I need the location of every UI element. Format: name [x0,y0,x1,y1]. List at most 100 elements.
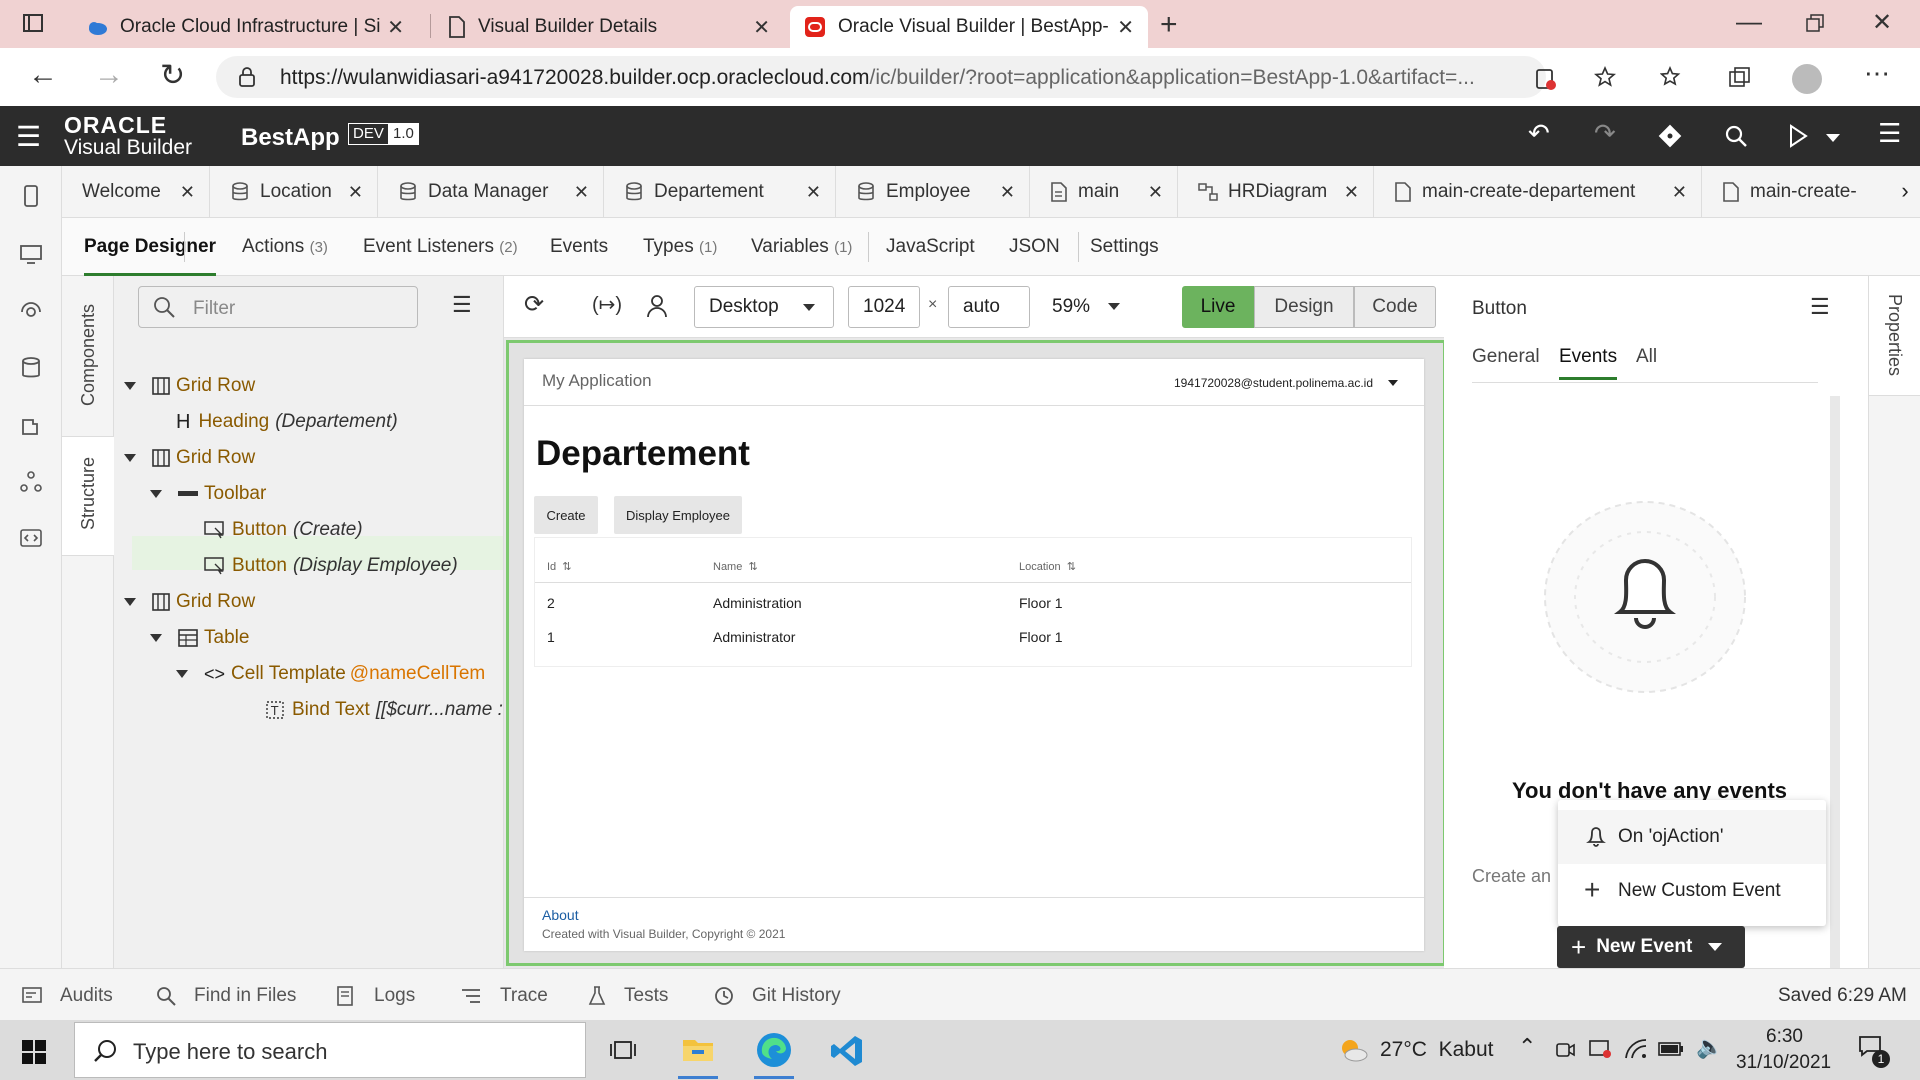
height-input[interactable]: auto [948,286,1030,328]
close-icon[interactable]: ✕ [1672,182,1687,203]
doc-tab-departement[interactable]: Departement ✕ [604,166,836,218]
close-icon[interactable]: ✕ [806,182,821,203]
column-header-name[interactable]: Name ⇅ [713,560,758,573]
new-tab-icon[interactable]: + [1160,8,1178,42]
about-link[interactable]: About [542,907,579,923]
collapse-caret-icon[interactable] [150,634,162,642]
trace-button[interactable]: Trace [460,985,548,1007]
close-icon[interactable]: ✕ [1000,182,1015,203]
device-select[interactable]: Desktop [694,286,834,328]
weather-text[interactable]: 27°C Kabut [1380,1038,1493,1062]
close-icon[interactable]: ✕ [1344,182,1359,203]
doc-tab-data-manager[interactable]: Data Manager ✕ [378,166,604,218]
properties-menu-icon[interactable]: ☰ [1810,294,1830,320]
tests-button[interactable]: Tests [588,985,668,1007]
browser-tab-vb-details[interactable]: Visual Builder Details ✕ [434,6,784,48]
menu-item-new-custom-event[interactable]: + New Custom Event [1558,864,1826,918]
add-favorite-icon[interactable] [1594,66,1618,90]
app-name[interactable]: BestApp [241,124,340,152]
browser-tab-vb-bestapp[interactable]: Oracle Visual Builder | BestApp-1 ✕ [790,6,1148,48]
collapse-caret-icon[interactable] [124,454,136,462]
run-dropdown-icon[interactable] [1826,134,1840,142]
back-icon[interactable]: ← [28,58,58,92]
taskbar-search[interactable]: Type here to search [74,1022,586,1078]
tab-json[interactable]: JSON [1009,236,1060,258]
tab-events[interactable]: Events [550,236,608,258]
tree-node-grid-row[interactable]: Grid Row [124,442,255,474]
tree-node-cell-template[interactable]: <> Cell Template @nameCellTem [176,658,485,690]
source-code-icon[interactable] [19,526,43,550]
user-chevron-icon[interactable] [1388,380,1398,386]
find-in-files-button[interactable]: Find in Files [156,985,296,1007]
undo-icon[interactable]: ↶ [1528,118,1550,149]
close-tab-icon[interactable]: ✕ [1117,15,1134,40]
collapse-caret-icon[interactable] [176,670,188,678]
tab-actions[interactable]: Actions (3) [242,236,328,258]
close-icon[interactable]: ✕ [180,182,195,203]
file-explorer-icon[interactable] [682,1034,714,1062]
close-icon[interactable]: ✕ [348,182,363,203]
more-icon[interactable]: ⋯ [1864,58,1890,89]
menu-icon[interactable]: ☰ [1878,118,1901,149]
user-menu[interactable]: 1941720028@student.polinema.ac.id [1174,376,1373,390]
logs-button[interactable]: Logs [336,985,415,1007]
screen-icon[interactable] [1588,1038,1612,1060]
mode-design[interactable]: Design [1254,286,1354,328]
tab-types[interactable]: Types (1) [643,236,717,258]
tree-node-grid-row[interactable]: Grid Row [124,370,255,402]
tab-properties[interactable]: Properties [1884,294,1905,376]
tab-all[interactable]: All [1636,346,1657,368]
tab-structure[interactable]: Structure [78,457,99,530]
url-field[interactable]: https://wulanwidiasari-a941720028.builde… [216,56,1617,98]
doc-tab-hrdiagram[interactable]: HRDiagram ✕ [1178,166,1374,218]
tree-node-table[interactable]: Table [150,622,249,654]
doc-tab-location[interactable]: Location ✕ [210,166,378,218]
refresh-icon[interactable]: ⟳ [524,290,544,319]
close-icon[interactable]: ✕ [1148,182,1163,203]
scrollbar[interactable] [1830,396,1840,968]
web-apps-icon[interactable] [19,242,43,266]
services-icon[interactable] [19,300,43,324]
processes-icon[interactable] [19,470,43,494]
tab-actions-icon[interactable] [22,12,44,34]
battery-icon[interactable] [1658,1042,1684,1056]
profile-avatar[interactable] [1792,64,1822,94]
close-tab-icon[interactable]: ✕ [387,15,404,40]
mobile-apps-icon[interactable] [19,184,43,208]
tab-general[interactable]: General [1472,346,1540,368]
variables-icon[interactable]: (↦) [592,292,622,317]
clipboard-icon[interactable] [1534,66,1556,90]
mode-live[interactable]: Live [1182,286,1254,328]
hamburger-menu-icon[interactable]: ☰ [16,120,41,153]
git-history-button[interactable]: Git History [714,985,841,1007]
structure-menu-icon[interactable]: ☰ [452,292,472,318]
chevron-right-icon[interactable]: › [1890,178,1920,204]
vscode-icon[interactable] [830,1034,864,1068]
doc-tab-employee[interactable]: Employee ✕ [836,166,1030,218]
tree-node-heading[interactable]: H Heading (Departement) [176,406,398,438]
audits-button[interactable]: Audits [22,985,113,1007]
doc-tab-main[interactable]: main ✕ [1030,166,1178,218]
run-icon[interactable] [1788,124,1808,148]
tree-node-bind-text[interactable]: T Bind Text [[$curr...name : [266,694,503,726]
collections-icon[interactable] [1728,66,1752,90]
volume-icon[interactable]: 🔈 [1696,1034,1723,1060]
column-header-location[interactable]: Location ⇅ [1019,560,1076,573]
close-tab-icon[interactable]: ✕ [753,15,770,40]
restore-icon[interactable] [1806,14,1824,32]
task-view-icon[interactable] [610,1038,636,1062]
tree-node-grid-row[interactable]: Grid Row [124,586,255,618]
doc-tab-main-create-departement[interactable]: main-create-departement ✕ [1374,166,1702,218]
reload-icon[interactable]: ↻ [160,58,185,93]
wifi-icon[interactable] [1624,1038,1648,1060]
business-objects-icon[interactable] [19,356,43,380]
new-event-button[interactable]: + New Event [1557,926,1745,968]
tab-events[interactable]: Events [1559,346,1618,380]
mode-code[interactable]: Code [1354,286,1436,328]
minimize-icon[interactable]: — [1736,6,1762,37]
tab-components[interactable]: Components [78,304,99,406]
lock-icon[interactable] [238,67,256,87]
search-icon[interactable] [1724,124,1748,148]
tab-page-designer[interactable]: Page Designer [84,236,216,276]
windows-start-icon[interactable] [22,1040,46,1064]
